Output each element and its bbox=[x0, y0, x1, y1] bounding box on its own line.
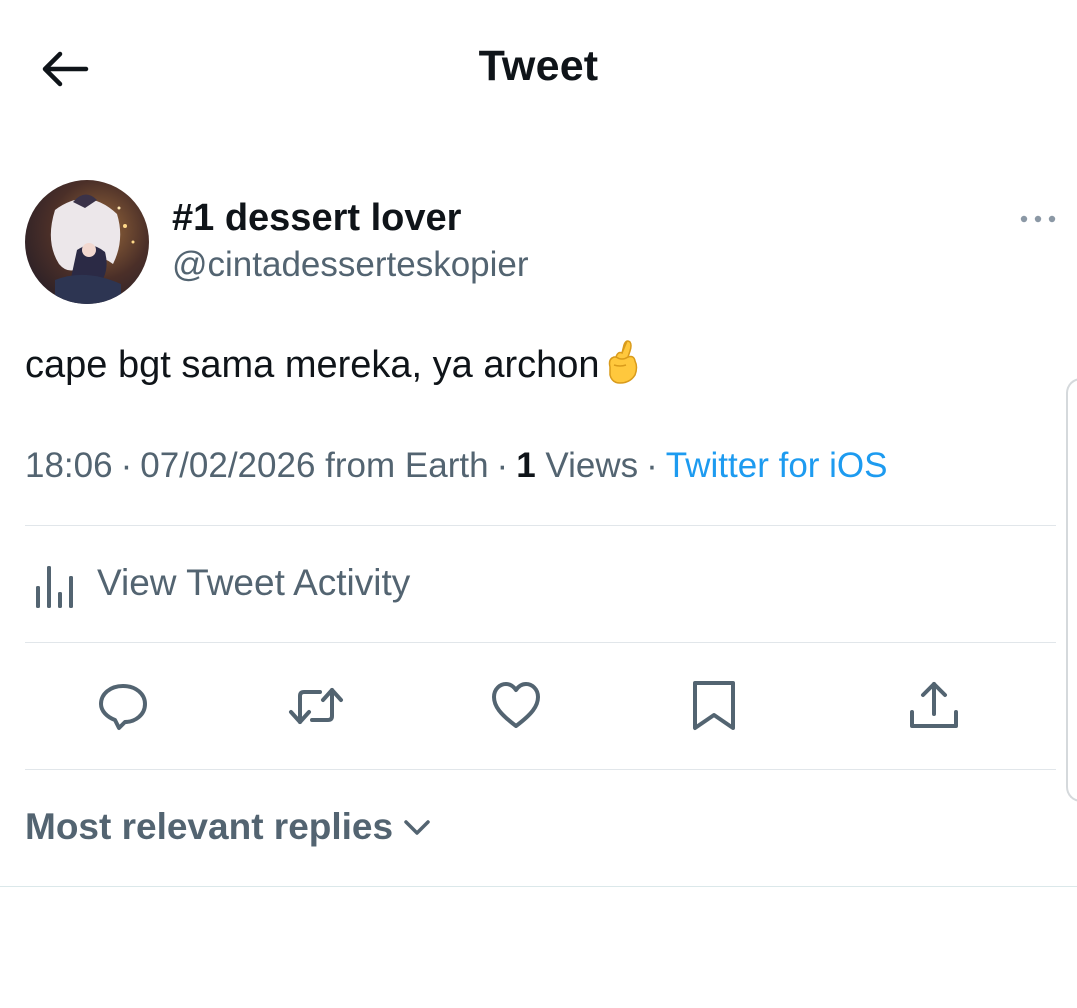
section-divider bbox=[0, 886, 1077, 887]
tweet-action-bar bbox=[0, 676, 1077, 740]
tweet-meta: 18:06 · 07/02/2026 from Earth · 1 Views · Twit… bbox=[25, 446, 888, 486]
author-name[interactable]: #1 dessert lover bbox=[172, 197, 461, 240]
like-button[interactable] bbox=[486, 676, 546, 736]
bar-chart-icon bbox=[36, 566, 73, 608]
divider bbox=[25, 525, 1056, 526]
tweet-time: 18:06 bbox=[25, 446, 113, 485]
tweet-date: 07/02/2026 bbox=[140, 446, 316, 485]
avatar[interactable] bbox=[25, 180, 149, 304]
author-handle[interactable]: @cintadesserteskopier bbox=[172, 245, 529, 285]
edge-scroll-handle[interactable] bbox=[1066, 378, 1077, 802]
page-title: Tweet bbox=[478, 42, 599, 90]
top-bar: Tweet bbox=[0, 0, 1077, 140]
share-button[interactable] bbox=[904, 676, 964, 736]
crossed-fingers-emoji-icon bbox=[602, 337, 642, 395]
views-count: 1 bbox=[516, 446, 536, 485]
more-dots-icon bbox=[1020, 215, 1056, 223]
separator-dot: · bbox=[496, 446, 509, 485]
divider bbox=[25, 769, 1056, 770]
divider bbox=[25, 642, 1056, 643]
tweet-text: cape bgt sama mereka, ya archon bbox=[25, 337, 642, 395]
replies-sort-label: Most relevant replies bbox=[25, 806, 394, 847]
reply-icon bbox=[99, 684, 147, 730]
views-label: Views bbox=[545, 446, 639, 485]
retweet-icon bbox=[289, 688, 343, 724]
view-tweet-activity-label: View Tweet Activity bbox=[97, 562, 411, 603]
share-icon bbox=[910, 682, 958, 728]
replies-sort-dropdown[interactable]: Most relevant replies bbox=[25, 806, 432, 856]
tweet-location: from Earth bbox=[325, 446, 489, 485]
separator-dot: · bbox=[120, 446, 133, 485]
bookmark-button[interactable] bbox=[684, 676, 744, 736]
avatar-image bbox=[25, 180, 149, 304]
more-options-button[interactable] bbox=[1018, 208, 1060, 230]
bookmark-icon bbox=[693, 681, 735, 730]
retweet-button[interactable] bbox=[286, 676, 346, 736]
chevron-down-icon bbox=[403, 820, 430, 835]
tweet-source-link[interactable]: Twitter for iOS bbox=[666, 446, 888, 485]
heart-icon bbox=[492, 682, 540, 728]
reply-button[interactable] bbox=[93, 676, 153, 736]
tweet-text-content: cape bgt sama mereka, ya archon bbox=[25, 344, 600, 386]
separator-dot: · bbox=[646, 446, 658, 485]
view-tweet-activity-button[interactable]: View Tweet Activity bbox=[25, 556, 625, 616]
